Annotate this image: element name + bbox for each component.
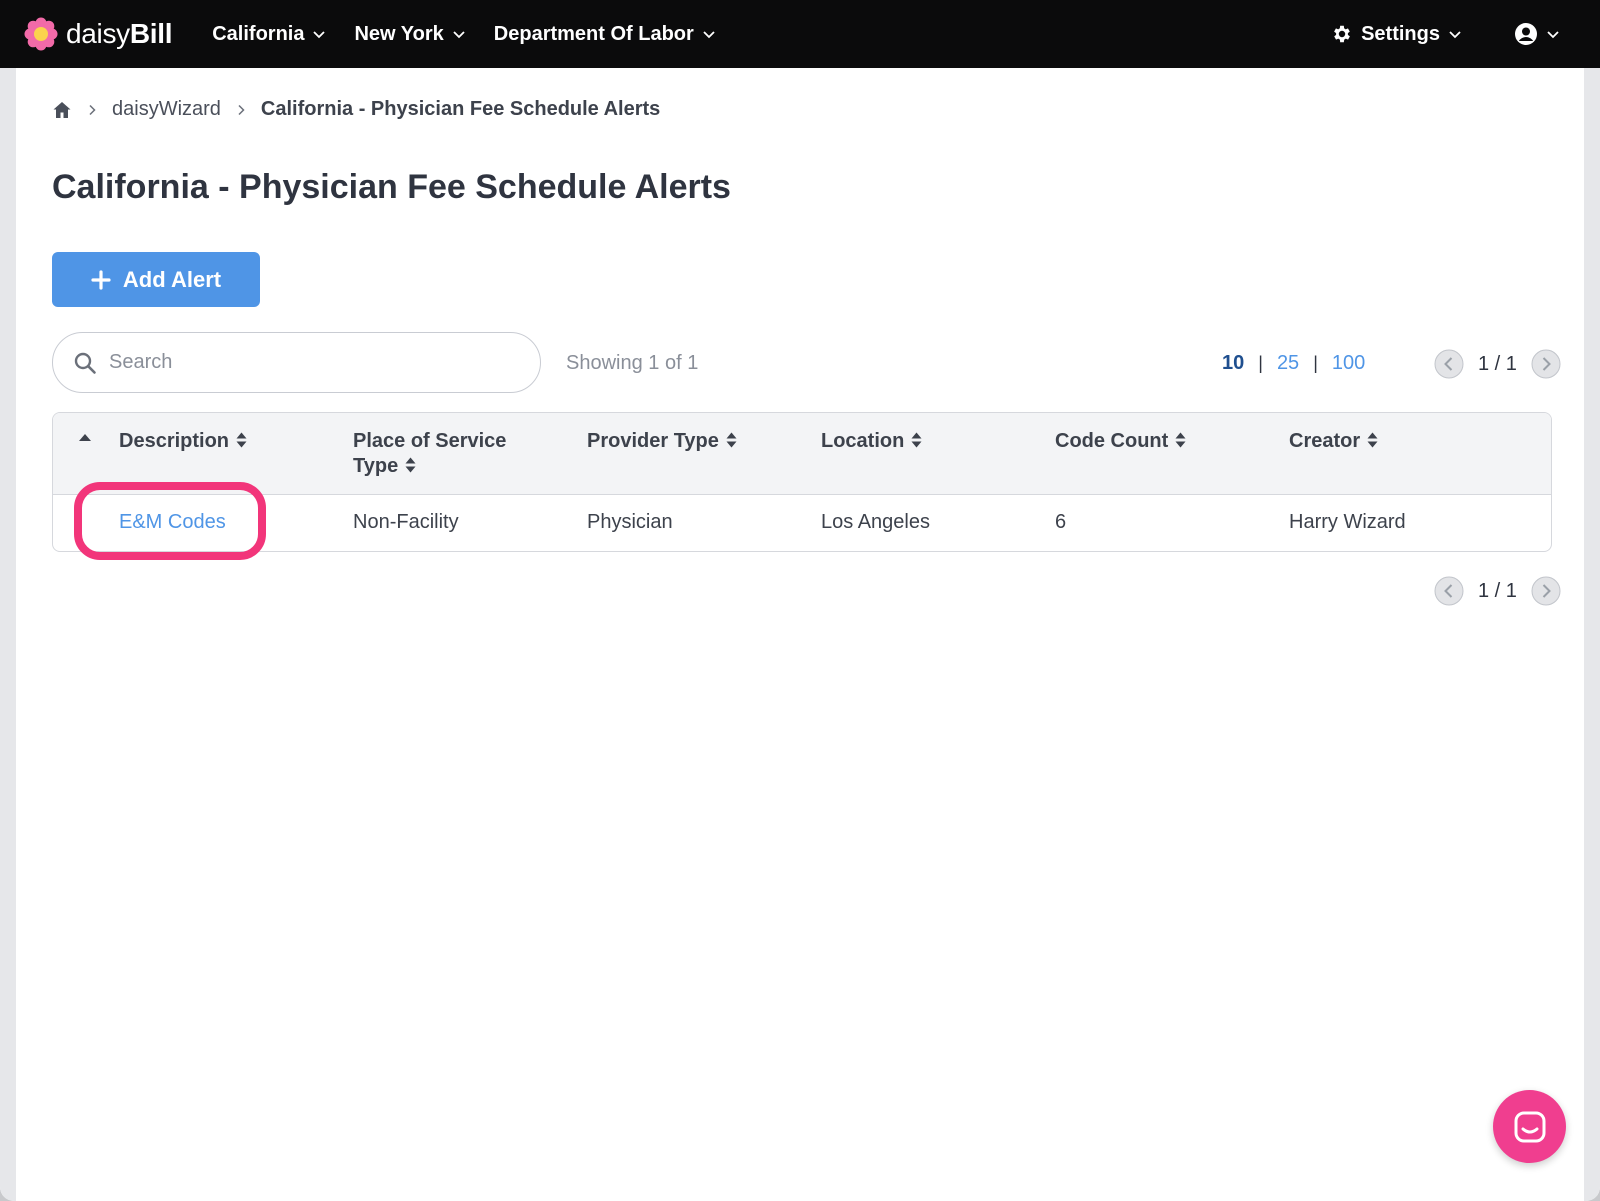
nav-right: Settings bbox=[1331, 0, 1560, 68]
chevron-down-icon bbox=[703, 31, 715, 39]
next-page-button[interactable] bbox=[1531, 349, 1561, 379]
page-size-25[interactable]: 25 bbox=[1277, 352, 1299, 375]
breadcrumb-current: California - Physician Fee Schedule Aler… bbox=[260, 98, 661, 120]
page-size-separator: | bbox=[1258, 353, 1263, 373]
sort-icon bbox=[405, 457, 416, 473]
page-size-10[interactable]: 10 bbox=[1222, 352, 1244, 375]
add-alert-button[interactable]: Add Alert bbox=[52, 252, 260, 307]
chevron-right-icon bbox=[89, 104, 96, 115]
column-code-count[interactable]: Code Count bbox=[1055, 429, 1265, 454]
page-indicator: 1 / 1 bbox=[1478, 352, 1517, 375]
column-place-of-service-type[interactable]: Place of Service Type bbox=[353, 429, 553, 479]
row-location: Los Angeles bbox=[821, 511, 930, 533]
page-size-selector: 10 | 25 | 100 bbox=[1222, 352, 1365, 375]
page-size-separator: | bbox=[1313, 353, 1318, 373]
user-menu[interactable] bbox=[1514, 22, 1560, 46]
column-provider-type[interactable]: Provider Type bbox=[587, 429, 797, 454]
row-code-count: 6 bbox=[1055, 511, 1067, 533]
sort-ascending-icon[interactable] bbox=[77, 431, 93, 443]
app-window: daisyBill California New York Department… bbox=[0, 0, 1600, 1201]
daisy-flower-icon bbox=[24, 17, 58, 51]
chevron-down-icon bbox=[453, 31, 465, 39]
row-provider-type: Physician bbox=[587, 511, 673, 533]
top-navigation-bar: daisyBill California New York Department… bbox=[0, 0, 1600, 68]
showing-count: Showing 1 of 1 bbox=[566, 352, 699, 374]
alerts-table: Description Place of Service Type Provid… bbox=[52, 412, 1552, 552]
sort-icon bbox=[1367, 432, 1378, 448]
user-circle-icon bbox=[1515, 23, 1537, 45]
gear-icon bbox=[1334, 25, 1350, 43]
chat-launcher-button[interactable] bbox=[1493, 1090, 1566, 1163]
window-edge-right bbox=[1584, 68, 1600, 1201]
window-edge-left bbox=[0, 68, 16, 1201]
table-header: Description Place of Service Type Provid… bbox=[53, 413, 1551, 495]
brand-logo[interactable]: daisyBill bbox=[24, 17, 173, 51]
search-icon bbox=[74, 352, 96, 374]
column-creator[interactable]: Creator bbox=[1289, 429, 1499, 454]
column-description[interactable]: Description bbox=[119, 429, 329, 454]
previous-page-button[interactable] bbox=[1434, 576, 1464, 606]
breadcrumb-daisywizard[interactable]: daisyWizard bbox=[112, 98, 221, 121]
sort-icon bbox=[236, 432, 247, 448]
sort-icon bbox=[911, 432, 922, 448]
breadcrumb: daisyWizard California - Physician Fee S… bbox=[52, 98, 660, 121]
search-box bbox=[52, 332, 541, 393]
settings-menu[interactable]: Settings bbox=[1331, 23, 1462, 46]
row-description-link[interactable]: E&M Codes bbox=[119, 511, 226, 534]
row-creator: Harry Wizard bbox=[1289, 511, 1406, 533]
row-place-of-service-type: Non-Facility bbox=[353, 511, 459, 533]
page-size-100[interactable]: 100 bbox=[1332, 352, 1365, 375]
brand-name: daisyBill bbox=[66, 18, 173, 49]
page-indicator: 1 / 1 bbox=[1478, 579, 1517, 602]
page-title: California - Physician Fee Schedule Aler… bbox=[52, 168, 731, 206]
sort-icon bbox=[1175, 432, 1186, 448]
previous-page-button[interactable] bbox=[1434, 349, 1464, 379]
table-row: E&M Codes Non-Facility Physician Los Ang… bbox=[53, 495, 1551, 551]
pagination-bottom: 1 / 1 bbox=[1434, 576, 1561, 606]
search-input[interactable] bbox=[109, 351, 509, 374]
pagination-top: 1 / 1 bbox=[1434, 349, 1561, 379]
state-nav: California New York Department Of Labor bbox=[198, 23, 730, 46]
chevron-down-icon bbox=[1449, 31, 1461, 39]
nav-new-york[interactable]: New York bbox=[354, 23, 465, 46]
column-location[interactable]: Location bbox=[821, 429, 1031, 454]
chevron-down-icon bbox=[1547, 31, 1559, 39]
chat-icon bbox=[1514, 1111, 1545, 1142]
chevron-down-icon bbox=[313, 31, 326, 39]
nav-california[interactable]: California bbox=[212, 23, 326, 46]
nav-department-of-labor[interactable]: Department Of Labor bbox=[494, 23, 716, 46]
next-page-button[interactable] bbox=[1531, 576, 1561, 606]
home-icon[interactable] bbox=[52, 100, 72, 120]
chevron-right-icon bbox=[238, 104, 245, 115]
plus-icon bbox=[91, 269, 111, 290]
sort-icon bbox=[726, 432, 737, 448]
